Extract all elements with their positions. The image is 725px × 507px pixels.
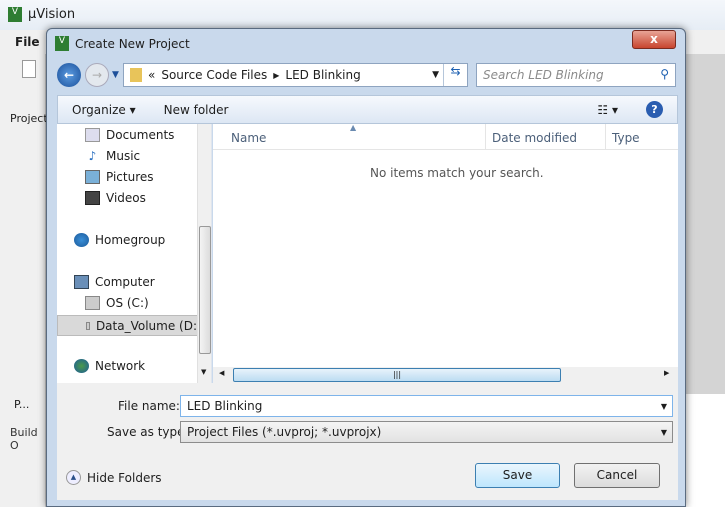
column-header-row: Name ▲ Date modified Type [213,123,678,150]
column-type[interactable]: Type [605,124,646,150]
drive-icon [85,296,100,310]
collapse-icon: ▲ [66,470,81,485]
nav-label: Music [106,149,141,163]
file-name-dropdown-icon[interactable]: ▼ [661,402,667,411]
nav-label: Network [95,359,146,373]
nav-item-homegroup[interactable]: Homegroup [74,233,165,247]
hide-folders-button[interactable]: ▲ Hide Folders [66,470,162,485]
scroll-down-icon[interactable]: ▼ [201,368,206,376]
save-options-pane: File name: LED Blinking ▼ Save as type: P… [57,383,678,500]
help-button[interactable]: ? [646,101,663,118]
music-icon: ♪ [88,149,97,163]
nav-label: Data_Volume (D: [95,318,197,333]
address-dropdown-icon[interactable]: ▼ [432,70,439,80]
nav-item-os-c[interactable]: OS (C:) [85,296,149,310]
nav-label: Pictures [106,170,154,184]
nav-item-videos[interactable]: Videos [85,191,146,205]
app-titlebar: V μVision [0,0,725,30]
search-placeholder: Search LED Blinking [483,68,604,82]
file-name-value: LED Blinking [187,399,263,413]
dialog-title: Create New Project [75,37,190,51]
homegroup-icon [74,233,89,247]
nav-item-pictures[interactable]: Pictures [85,170,154,184]
nav-label: Homegroup [95,233,166,247]
computer-icon [74,275,89,289]
scroll-left-icon[interactable]: ◀ [219,369,224,377]
dialog-toolbar: Organize ▾ New folder ☷ ▾ ? [57,95,678,124]
menu-file[interactable]: File [15,35,40,49]
nav-item-network[interactable]: Network [74,359,145,373]
app-logo-icon: V [8,7,22,22]
nav-item-documents[interactable]: Documents [85,128,174,142]
nav-scrollbar-thumb[interactable] [199,226,211,354]
build-output-label: Build O [10,426,38,452]
forward-button[interactable]: → [85,63,109,87]
horizontal-scrollbar-thumb[interactable]: ||| [233,368,561,382]
address-bar[interactable]: « Source Code Files ▶ LED Blinking ▼ ⇆ [123,63,468,87]
back-button[interactable]: ← [57,63,81,87]
nav-item-data-volume[interactable]: Data_Volume (D: [57,315,198,336]
nav-item-computer[interactable]: Computer [74,275,155,289]
view-options-button[interactable]: ☷ ▾ [597,103,618,117]
nav-label: OS (C:) [106,296,149,310]
save-button[interactable]: Save [475,463,560,488]
scroll-right-icon[interactable]: ▶ [664,369,669,377]
folder-icon [130,68,142,82]
new-file-icon[interactable] [22,60,36,78]
save-type-label: Save as type: [107,425,189,439]
horizontal-scrollbar[interactable]: ◀ ||| ▶ [213,367,678,383]
nav-item-music[interactable]: ♪ Music [85,149,141,163]
search-input[interactable]: Search LED Blinking ⚲ [476,63,676,87]
nav-label: Videos [106,191,146,205]
save-type-dropdown-icon[interactable]: ▼ [661,428,667,437]
drive-icon [86,321,90,330]
app-right-panel [685,54,725,394]
videos-icon [85,191,100,205]
app-left-panel: Project P... Build O [0,54,48,507]
documents-icon [85,128,100,142]
hide-folders-label: Hide Folders [87,470,162,485]
new-folder-button[interactable]: New folder [164,103,229,117]
pictures-icon [85,170,100,184]
close-button[interactable]: x [632,30,676,49]
file-name-label: File name: [118,399,180,413]
nav-label: Documents [106,128,175,142]
refresh-icon[interactable]: ⇆ [443,64,467,86]
nav-scrollbar[interactable]: ▼ [197,124,211,383]
network-icon [74,359,89,373]
breadcrumb-led-blinking[interactable]: LED Blinking [285,68,360,82]
save-type-value: Project Files (*.uvproj; *.uvprojx) [187,425,382,439]
file-list: Name ▲ Date modified Type No items match… [213,123,678,383]
navigation-pane: Documents ♪ Music Pictures Videos Homegro… [57,124,212,383]
project-tab[interactable]: Project [10,112,48,125]
dialog-logo-icon: V [55,36,69,51]
column-date-modified[interactable]: Date modified [485,124,583,150]
empty-message: No items match your search. [370,166,544,180]
cancel-button[interactable]: Cancel [574,463,660,488]
project-bottom-tab[interactable]: P... [14,398,29,411]
save-type-select[interactable]: Project Files (*.uvproj; *.uvprojx) ▼ [180,421,673,443]
file-name-input[interactable]: LED Blinking ▼ [180,395,673,417]
nav-label: Computer [95,275,155,289]
sort-ascending-icon: ▲ [350,123,357,132]
breadcrumb-separator-icon[interactable]: ▶ [273,71,279,80]
app-title: μVision [28,7,76,22]
search-icon[interactable]: ⚲ [660,67,669,81]
breadcrumb-overflow[interactable]: « [148,68,155,82]
column-name[interactable]: Name [231,131,266,145]
history-dropdown-icon[interactable]: ▼ [112,70,119,80]
breadcrumb-source-code-files[interactable]: Source Code Files [161,68,267,82]
organize-button[interactable]: Organize ▾ [72,103,136,117]
